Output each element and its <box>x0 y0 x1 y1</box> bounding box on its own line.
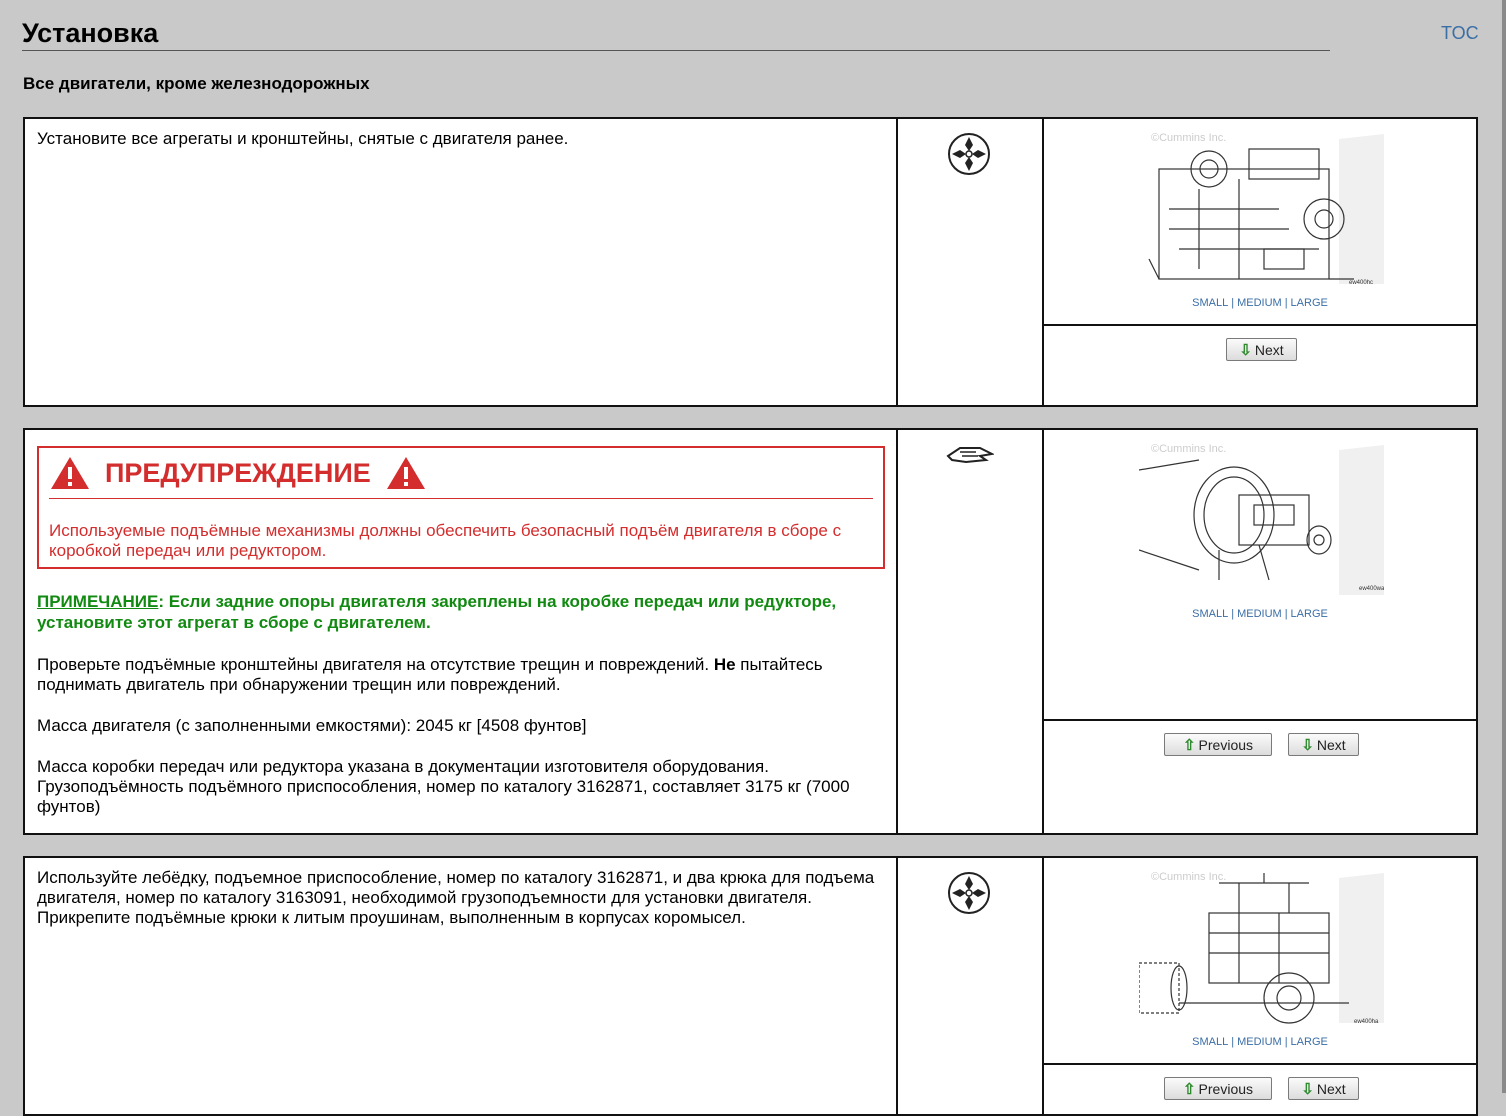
step-nav-cell: ⇧ Previous ⇩ Next <box>1044 1065 1476 1114</box>
warning-text: Используемые подъёмные механизмы должны … <box>49 521 842 560</box>
large-image-link[interactable]: LARGE <box>1291 297 1328 309</box>
step-icon-cell <box>898 858 1044 1114</box>
warning-box: ПРЕДУПРЕЖДЕНИЕ Используемые подъёмные ме… <box>37 446 885 569</box>
wrench-cluster-icon <box>948 133 990 175</box>
step-image-cell: ©Cummins Inc. ew400wa SMALL | MEDIUM | LARGE <box>1044 430 1476 721</box>
next-button[interactable]: ⇩ Next <box>1288 1077 1359 1100</box>
note: ПРИМЕЧАНИЕ: Если задние опоры двигателя … <box>37 591 884 633</box>
medium-image-link[interactable]: MEDIUM <box>1237 1036 1282 1048</box>
page-header: Установка <box>22 14 1330 51</box>
previous-label: Previous <box>1198 736 1254 753</box>
step-icon-cell <box>898 430 1044 833</box>
previous-label: Previous <box>1198 1080 1254 1097</box>
size-separator: | <box>1284 297 1288 309</box>
image-watermark: ©Cummins Inc. <box>1151 132 1226 144</box>
transmission-illustration[interactable]: ©Cummins Inc. ew400wa <box>1139 440 1384 600</box>
step-image-column: ©Cummins Inc. ew400hc SMALL | MEDIUM | LARGE <box>1044 119 1476 405</box>
step-text: Установите все агрегаты и кронштейны, сн… <box>37 129 569 148</box>
down-arrow-icon: ⇩ <box>1239 341 1252 359</box>
warning-title: ПРЕДУПРЕЖДЕНИЕ <box>105 458 371 488</box>
down-arrow-icon: ⇩ <box>1301 736 1314 754</box>
engine-lifting-illustration[interactable]: ©Cummins Inc. ew400ha <box>1139 868 1384 1028</box>
previous-button[interactable]: ⇧ Previous <box>1164 1077 1272 1100</box>
size-separator: | <box>1231 1036 1235 1048</box>
hand-icon <box>946 447 994 464</box>
engine-mass-paragraph: Масса двигателя (с заполненными емкостям… <box>37 716 587 735</box>
procedure-step-3: Используйте лебёдку, подъемное приспособ… <box>23 856 1478 1116</box>
paragraph-emphasis: Не <box>713 655 736 674</box>
warning-triangle-icon <box>51 457 89 489</box>
image-size-links: SMALL | MEDIUM | LARGE <box>1044 297 1476 309</box>
size-separator: | <box>1231 608 1235 620</box>
large-image-link[interactable]: LARGE <box>1291 1036 1328 1048</box>
step-nav-cell: ⇩ Next <box>1044 326 1476 405</box>
up-arrow-icon: ⇧ <box>1182 736 1196 754</box>
step-text-cell: ПРЕДУПРЕЖДЕНИЕ Используемые подъёмные ме… <box>25 430 898 833</box>
procedure-step-1: Установите все агрегаты и кронштейны, сн… <box>23 117 1478 407</box>
next-button[interactable]: ⇩ Next <box>1288 733 1359 756</box>
small-image-link[interactable]: SMALL <box>1192 1036 1228 1048</box>
note-label: ПРИМЕЧАНИЕ <box>37 592 159 611</box>
medium-image-link[interactable]: MEDIUM <box>1237 297 1282 309</box>
image-code: ew400ha <box>1354 1019 1379 1025</box>
page-right-border <box>1502 0 1506 1093</box>
transmission-mass-paragraph: Масса коробки передач или редуктора указ… <box>37 757 850 816</box>
section-subtitle: Все двигатели, кроме железнодорожных <box>23 74 370 93</box>
step-text: Используйте лебёдку, подъемное приспособ… <box>37 868 875 927</box>
step-icon-cell <box>898 119 1044 405</box>
step-image-cell: ©Cummins Inc. ew400ha SMALL | MEDIUM | LARGE <box>1044 858 1476 1065</box>
size-separator: | <box>1284 1036 1288 1048</box>
image-code: ew400wa <box>1359 586 1384 592</box>
page-title: Установка <box>22 18 159 48</box>
warning-header: ПРЕДУПРЕЖДЕНИЕ <box>49 448 873 499</box>
warning-triangle-icon <box>386 457 425 489</box>
step-text-cell: Используйте лебёдку, подъемное приспособ… <box>25 858 898 1114</box>
up-arrow-icon: ⇧ <box>1182 1080 1196 1098</box>
toc-link[interactable]: TOC <box>1441 23 1479 44</box>
procedure-step-2: ПРЕДУПРЕЖДЕНИЕ Используемые подъёмные ме… <box>23 428 1478 835</box>
inspection-paragraph: Проверьте подъёмные кронштейны двигателя… <box>37 655 884 695</box>
paragraph-text: Проверьте подъёмные кронштейны двигателя… <box>37 655 714 674</box>
image-watermark: ©Cummins Inc. <box>1151 443 1226 455</box>
small-image-link[interactable]: SMALL <box>1192 608 1228 620</box>
down-arrow-icon: ⇩ <box>1301 1080 1314 1098</box>
image-code: ew400hc <box>1349 280 1373 286</box>
image-size-links: SMALL | MEDIUM | LARGE <box>1044 608 1476 620</box>
size-separator: | <box>1284 608 1288 620</box>
step-image-column: ©Cummins Inc. ew400ha SMALL | MEDIUM | LARGE <box>1044 858 1476 1114</box>
size-separator: | <box>1231 297 1235 309</box>
previous-button[interactable]: ⇧ Previous <box>1164 733 1272 756</box>
next-label: Next <box>1316 1080 1346 1097</box>
small-image-link[interactable]: SMALL <box>1192 297 1228 309</box>
step-nav-cell: ⇧ Previous ⇩ Next <box>1044 721 1476 833</box>
medium-image-link[interactable]: MEDIUM <box>1237 608 1282 620</box>
step-text-cell: Установите все агрегаты и кронштейны, сн… <box>25 119 898 405</box>
step-image-column: ©Cummins Inc. ew400wa SMALL | MEDIUM | LARGE <box>1044 430 1476 833</box>
next-button[interactable]: ⇩ Next <box>1226 338 1297 361</box>
large-image-link[interactable]: LARGE <box>1291 608 1328 620</box>
step-image-cell: ©Cummins Inc. ew400hc SMALL | MEDIUM | LARGE <box>1044 119 1476 326</box>
next-label: Next <box>1254 341 1284 358</box>
next-label: Next <box>1316 736 1346 753</box>
wrench-cluster-icon <box>948 872 990 914</box>
engine-illustration[interactable]: ©Cummins Inc. ew400hc <box>1139 129 1384 289</box>
image-size-links: SMALL | MEDIUM | LARGE <box>1044 1036 1476 1048</box>
image-watermark: ©Cummins Inc. <box>1151 871 1226 883</box>
